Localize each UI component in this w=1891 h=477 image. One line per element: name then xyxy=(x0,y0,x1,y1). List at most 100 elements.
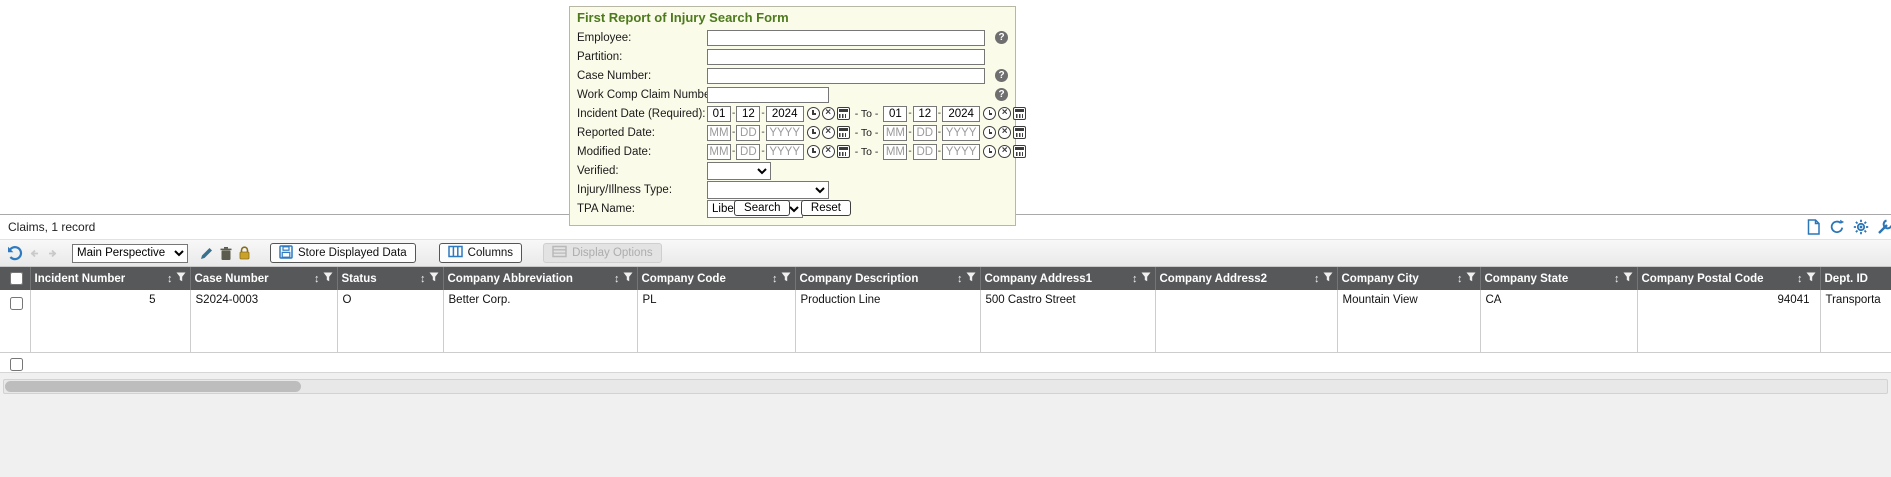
filter-icon[interactable] xyxy=(1806,272,1816,285)
filter-icon[interactable] xyxy=(781,272,791,285)
calendar-icon[interactable] xyxy=(837,126,850,139)
clock-icon[interactable] xyxy=(983,107,996,120)
work-comp-input[interactable] xyxy=(707,87,829,103)
incident-from-month-input[interactable] xyxy=(707,106,731,122)
clear-date-icon[interactable] xyxy=(998,107,1011,120)
clear-date-icon[interactable] xyxy=(998,126,1011,139)
case-number-input[interactable] xyxy=(707,68,985,84)
col-company-address1[interactable]: Company Address1↕ xyxy=(980,267,1155,290)
search-button[interactable]: Search xyxy=(734,200,790,216)
col-incident-number[interactable]: Incident Number↕ xyxy=(30,267,190,290)
filter-icon[interactable] xyxy=(1141,272,1151,285)
col-status[interactable]: Status↕ xyxy=(337,267,443,290)
reported-to-year-input[interactable] xyxy=(942,125,980,141)
incident-to-year-input[interactable] xyxy=(942,106,980,122)
horizontal-scrollbar[interactable] xyxy=(3,379,1888,394)
reported-from-year-input[interactable] xyxy=(766,125,804,141)
injury-type-select[interactable] xyxy=(707,181,829,199)
clock-icon[interactable] xyxy=(983,145,996,158)
select-all-checkbox[interactable] xyxy=(10,272,23,285)
partition-input[interactable] xyxy=(707,49,985,65)
incident-to-month-input[interactable] xyxy=(883,106,907,122)
calendar-icon[interactable] xyxy=(837,145,850,158)
reported-from-month-input[interactable] xyxy=(707,125,731,141)
row-checkbox[interactable] xyxy=(10,297,23,310)
undo-icon[interactable] xyxy=(6,245,23,261)
col-company-city[interactable]: Company City↕ xyxy=(1337,267,1480,290)
clock-icon[interactable] xyxy=(807,145,820,158)
columns-button[interactable]: Columns xyxy=(439,243,522,263)
sort-icon[interactable]: ↕ xyxy=(614,273,620,285)
sort-icon[interactable]: ↕ xyxy=(420,273,426,285)
reported-to-day-input[interactable] xyxy=(913,125,937,141)
reset-button[interactable]: Reset xyxy=(801,200,851,216)
clock-icon[interactable] xyxy=(807,107,820,120)
verified-select[interactable] xyxy=(707,162,771,180)
incident-from-year-input[interactable] xyxy=(766,106,804,122)
empty-row-checkbox[interactable] xyxy=(10,358,23,371)
clear-date-icon[interactable] xyxy=(822,126,835,139)
col-company-address2[interactable]: Company Address2↕ xyxy=(1155,267,1337,290)
clock-icon[interactable] xyxy=(807,126,820,139)
col-company-code[interactable]: Company Code↕ xyxy=(637,267,795,290)
filter-icon[interactable] xyxy=(429,272,439,285)
calendar-icon[interactable] xyxy=(837,107,850,120)
sort-icon[interactable]: ↕ xyxy=(1614,273,1620,285)
sort-icon[interactable]: ↕ xyxy=(1132,273,1138,285)
modified-to-year-input[interactable] xyxy=(942,144,980,160)
sort-icon[interactable]: ↕ xyxy=(167,273,173,285)
employee-input[interactable] xyxy=(707,30,985,46)
modified-from-year-input[interactable] xyxy=(766,144,804,160)
clear-date-icon[interactable] xyxy=(822,107,835,120)
clear-date-icon[interactable] xyxy=(998,145,1011,158)
sort-icon[interactable]: ↕ xyxy=(1457,273,1463,285)
wrench-icon[interactable] xyxy=(1877,219,1891,235)
calendar-icon[interactable] xyxy=(1013,126,1026,139)
clock-icon[interactable] xyxy=(983,126,996,139)
table-row[interactable]: 5 S2024-0003 O Better Corp. PL Productio… xyxy=(0,290,1891,352)
horizontal-scrollbar-thumb[interactable] xyxy=(5,381,301,392)
edit-pencil-icon[interactable] xyxy=(199,246,214,261)
filter-icon[interactable] xyxy=(1323,272,1333,285)
help-icon[interactable]: ? xyxy=(995,69,1008,82)
help-icon[interactable]: ? xyxy=(995,88,1008,101)
new-document-icon[interactable] xyxy=(1806,219,1821,235)
filter-icon[interactable] xyxy=(323,272,333,285)
sort-icon[interactable]: ↕ xyxy=(772,273,778,285)
filter-icon[interactable] xyxy=(1623,272,1633,285)
filter-icon[interactable] xyxy=(623,272,633,285)
filter-icon[interactable] xyxy=(1466,272,1476,285)
col-company-description[interactable]: Company Description↕ xyxy=(795,267,980,290)
clear-date-icon[interactable] xyxy=(822,145,835,158)
lock-icon[interactable] xyxy=(238,246,251,261)
col-case-number[interactable]: Case Number↕ xyxy=(190,267,337,290)
store-displayed-data-button[interactable]: Store Displayed Data xyxy=(270,243,416,263)
perspective-select[interactable]: Main Perspective xyxy=(72,244,188,263)
sort-icon[interactable]: ↕ xyxy=(1797,273,1803,285)
col-dept-id[interactable]: Dept. ID↕ xyxy=(1820,267,1891,290)
col-company-postal-code[interactable]: Company Postal Code↕ xyxy=(1637,267,1820,290)
modified-to-month-input[interactable] xyxy=(883,144,907,160)
calendar-icon[interactable] xyxy=(1013,107,1026,120)
sort-icon[interactable]: ↕ xyxy=(314,273,320,285)
modified-to-day-input[interactable] xyxy=(913,144,937,160)
filter-icon[interactable] xyxy=(966,272,976,285)
reported-from-day-input[interactable] xyxy=(736,125,760,141)
incident-to-day-input[interactable] xyxy=(913,106,937,122)
to-separator: - To - xyxy=(855,127,879,139)
refresh-icon[interactable] xyxy=(1829,219,1845,235)
col-select-all[interactable] xyxy=(0,267,30,290)
trash-icon[interactable] xyxy=(219,246,233,261)
sort-icon[interactable]: ↕ xyxy=(1314,273,1320,285)
col-company-abbreviation[interactable]: Company Abbreviation↕ xyxy=(443,267,637,290)
modified-from-day-input[interactable] xyxy=(736,144,760,160)
col-company-state[interactable]: Company State↕ xyxy=(1480,267,1637,290)
calendar-icon[interactable] xyxy=(1013,145,1026,158)
filter-icon[interactable] xyxy=(176,272,186,285)
sort-icon[interactable]: ↕ xyxy=(957,273,963,285)
reported-to-month-input[interactable] xyxy=(883,125,907,141)
modified-from-month-input[interactable] xyxy=(707,144,731,160)
help-icon[interactable]: ? xyxy=(995,31,1008,44)
incident-from-day-input[interactable] xyxy=(736,106,760,122)
gear-icon[interactable] xyxy=(1853,219,1869,235)
